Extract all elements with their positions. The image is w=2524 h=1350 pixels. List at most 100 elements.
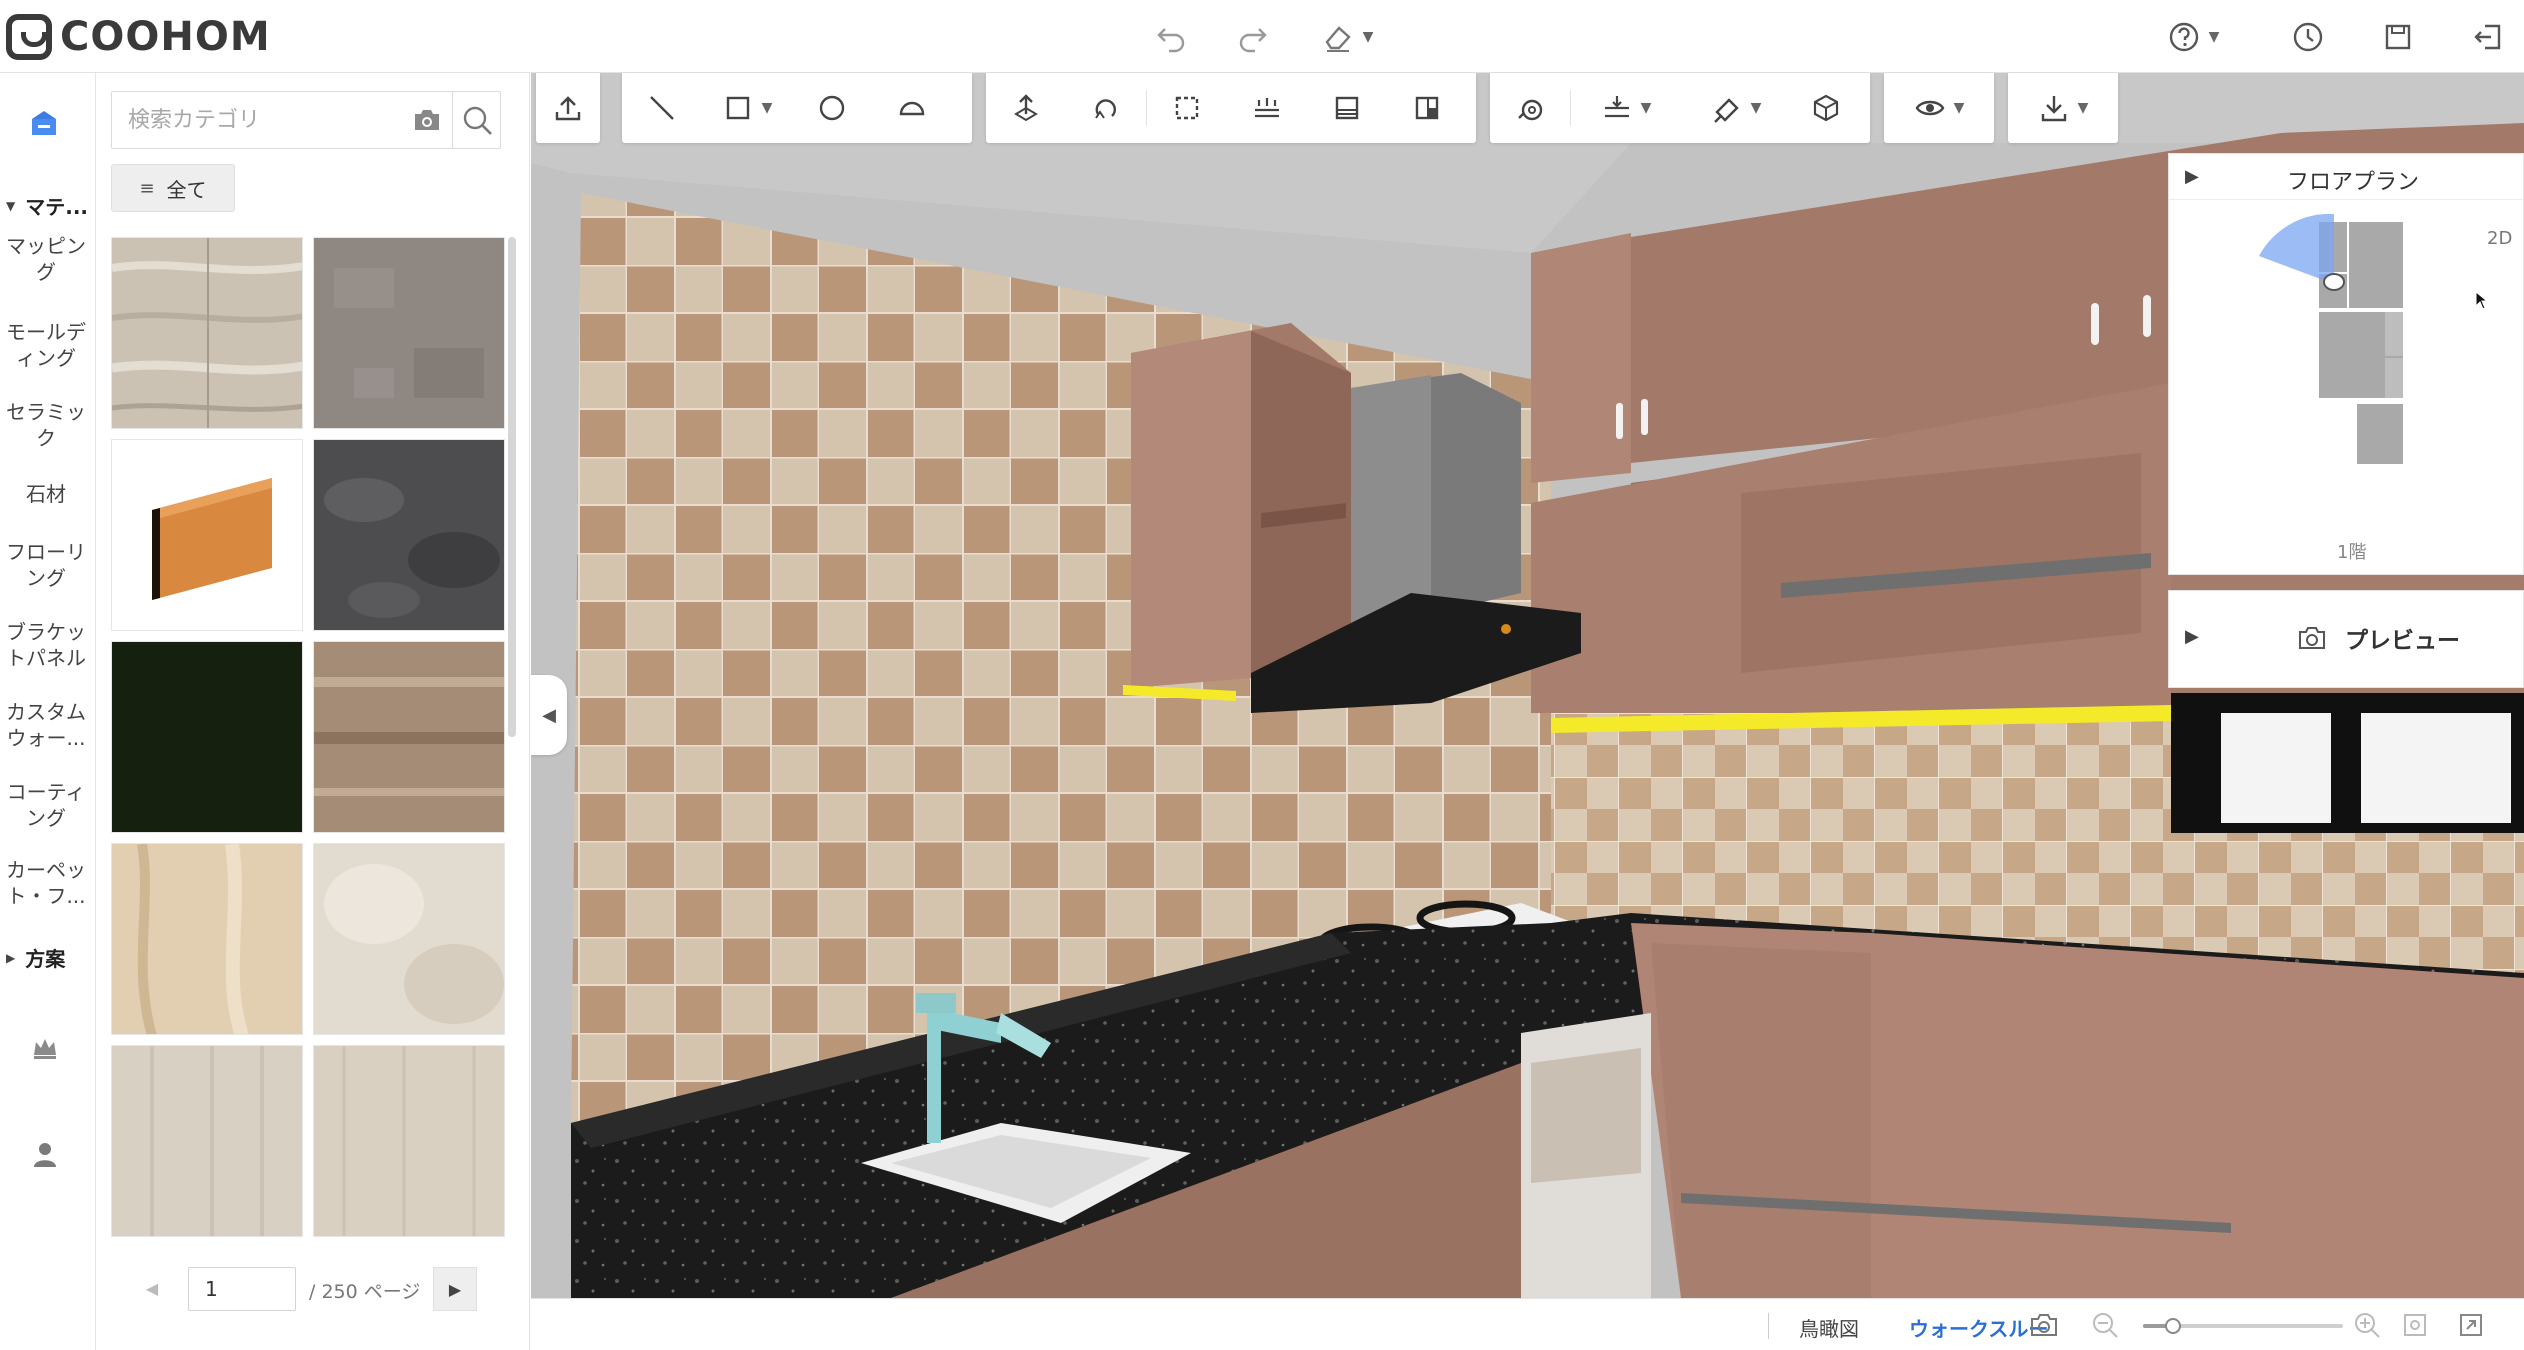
filter-all-button[interactable]: ≡ 全て: [111, 164, 235, 212]
light-array-button[interactable]: [1227, 73, 1307, 143]
history-button[interactable]: [2288, 18, 2328, 56]
cream-stone-texture-thumbnail: [314, 844, 504, 1034]
page-number-input[interactable]: [188, 1267, 296, 1311]
page-total: / 250 ページ: [309, 1281, 421, 1303]
draw-arc-button[interactable]: [872, 73, 952, 143]
panel-scrollbar[interactable]: [508, 237, 516, 737]
chevron-down-icon: ▼: [1640, 100, 1652, 116]
status-bar: 鳥瞰図 ウォークスルー: [531, 1298, 2524, 1350]
expand-panel-icon[interactable]: ▶: [2185, 166, 2199, 187]
beige-stone-texture-thumbnail: [112, 844, 302, 1034]
camera-search-icon[interactable]: [412, 107, 442, 133]
camera-icon: [2299, 627, 2325, 649]
rail-category-carpet[interactable]: カーペット・フ...: [0, 857, 92, 909]
redo-icon: [1239, 28, 1267, 53]
draw-circle-button[interactable]: [792, 73, 872, 143]
zoom-slider[interactable]: [2143, 1318, 2343, 1334]
undo-button[interactable]: [1152, 18, 1192, 56]
next-page-button[interactable]: ▶: [433, 1267, 477, 1311]
move-icon: [1014, 94, 1038, 122]
collapse-left-icon: ◀: [542, 704, 556, 726]
select-area-button[interactable]: [1147, 73, 1227, 143]
redo-button[interactable]: [1232, 18, 1272, 56]
filter-list-icon: ≡: [139, 177, 155, 199]
rail-category-flooring[interactable]: フローリング: [0, 539, 92, 591]
screenshot-camera-icon[interactable]: [2029, 1311, 2059, 1339]
brand-logo[interactable]: COOHOM: [6, 14, 271, 60]
zoom-out-icon[interactable]: [2091, 1311, 2119, 1339]
collapse-panel-tab[interactable]: ◀: [531, 675, 567, 755]
rotate-button[interactable]: [1066, 73, 1146, 143]
material-tile[interactable]: [313, 237, 505, 429]
chevron-down-icon: ▼: [2077, 100, 2089, 116]
birdseye-view-button[interactable]: 鳥瞰図: [1799, 1313, 1859, 1342]
split-panel-icon: [1415, 96, 1439, 120]
rail-category-stone[interactable]: 石材: [0, 481, 92, 507]
light-wood-texture-thumbnail: [112, 238, 302, 428]
zoom-slider-handle[interactable]: [2165, 1318, 2181, 1334]
material-tile[interactable]: [111, 843, 303, 1035]
floorplan-title: フロアプラン: [2287, 170, 2420, 195]
material-tile[interactable]: [313, 641, 505, 833]
paint-brush-icon: [1713, 98, 1739, 123]
chevron-down-icon: ▼: [761, 100, 773, 116]
exit-button[interactable]: [2468, 18, 2508, 56]
material-tile[interactable]: [111, 1045, 303, 1237]
rectangle-icon: [726, 96, 749, 120]
fit-view-icon[interactable]: [2401, 1311, 2429, 1339]
rail-category-coating[interactable]: コーティング: [0, 779, 92, 831]
help-menu[interactable]: ▼: [2160, 18, 2226, 56]
eraser-menu[interactable]: ▼: [1314, 18, 1380, 56]
move-button[interactable]: [986, 73, 1066, 143]
exit-icon: [2474, 24, 2501, 50]
wood-baseboard-molding-thumbnail: [112, 440, 302, 630]
rail-category-bracket-panel[interactable]: ブラケットパネル: [0, 619, 92, 671]
3d-cube-button[interactable]: [1791, 73, 1861, 143]
floorplan-header: ▶ フロアプラン: [2169, 154, 2524, 200]
preview-panel[interactable]: ▶ プレビュー: [2168, 590, 2524, 688]
material-tile[interactable]: [313, 439, 505, 631]
download-icon: [2041, 96, 2066, 122]
material-panel: ≡ 全て: [97, 73, 530, 1350]
view-camera-button[interactable]: [1490, 73, 1570, 143]
search-input[interactable]: [112, 92, 412, 148]
split-panel-button[interactable]: [1387, 73, 1467, 143]
rail-category-ceramic[interactable]: セラミック: [0, 399, 92, 451]
view-mode-2d[interactable]: 2D: [2487, 228, 2512, 249]
logo-mark-icon: [6, 14, 52, 60]
material-tile[interactable]: [111, 439, 303, 631]
visibility-menu[interactable]: ▼: [1884, 73, 1994, 143]
search-icon[interactable]: [462, 105, 494, 137]
fullscreen-icon[interactable]: [2457, 1311, 2485, 1339]
expand-panel-icon[interactable]: ▶: [2185, 626, 2199, 647]
brown-marble-texture-thumbnail: [314, 642, 504, 832]
floorplan-minimap[interactable]: [2249, 214, 2449, 464]
align-menu[interactable]: ▼: [1571, 73, 1681, 143]
rail-category-custom-wall[interactable]: カスタムウォー...: [0, 699, 92, 751]
material-tile[interactable]: [313, 843, 505, 1035]
save-button[interactable]: [2378, 18, 2418, 56]
draw-rectangle-button[interactable]: ▼: [702, 73, 792, 143]
crown-icon[interactable]: [30, 1033, 60, 1063]
paint-menu[interactable]: ▼: [1681, 73, 1791, 143]
draw-line-button[interactable]: [622, 73, 702, 143]
download-menu[interactable]: ▼: [2008, 73, 2118, 143]
history-icon: [2293, 22, 2323, 52]
walkthrough-view-button[interactable]: ウォークスルー: [1909, 1313, 2048, 1342]
cabinet-panel-button[interactable]: [1307, 73, 1387, 143]
zoom-in-icon[interactable]: [2353, 1311, 2381, 1339]
material-tile[interactable]: [111, 237, 303, 429]
material-tile[interactable]: [313, 1045, 505, 1237]
material-tile[interactable]: [111, 641, 303, 833]
prev-page-button[interactable]: ◀: [137, 1273, 167, 1303]
view-camera-icon: [1518, 99, 1543, 121]
upload-button[interactable]: [536, 73, 600, 143]
dark-stone-texture-thumbnail: [314, 440, 504, 630]
black-green-solid-thumbnail: [112, 642, 302, 832]
rail-category-molding[interactable]: モールディング: [0, 319, 92, 371]
catalog-icon[interactable]: [26, 105, 62, 141]
rail-category-mapping[interactable]: マッピング: [0, 233, 92, 285]
section-plans[interactable]: ▶ 方案: [6, 943, 65, 972]
user-icon[interactable]: [30, 1139, 60, 1169]
section-materials[interactable]: ▼ マテ...: [6, 191, 88, 220]
